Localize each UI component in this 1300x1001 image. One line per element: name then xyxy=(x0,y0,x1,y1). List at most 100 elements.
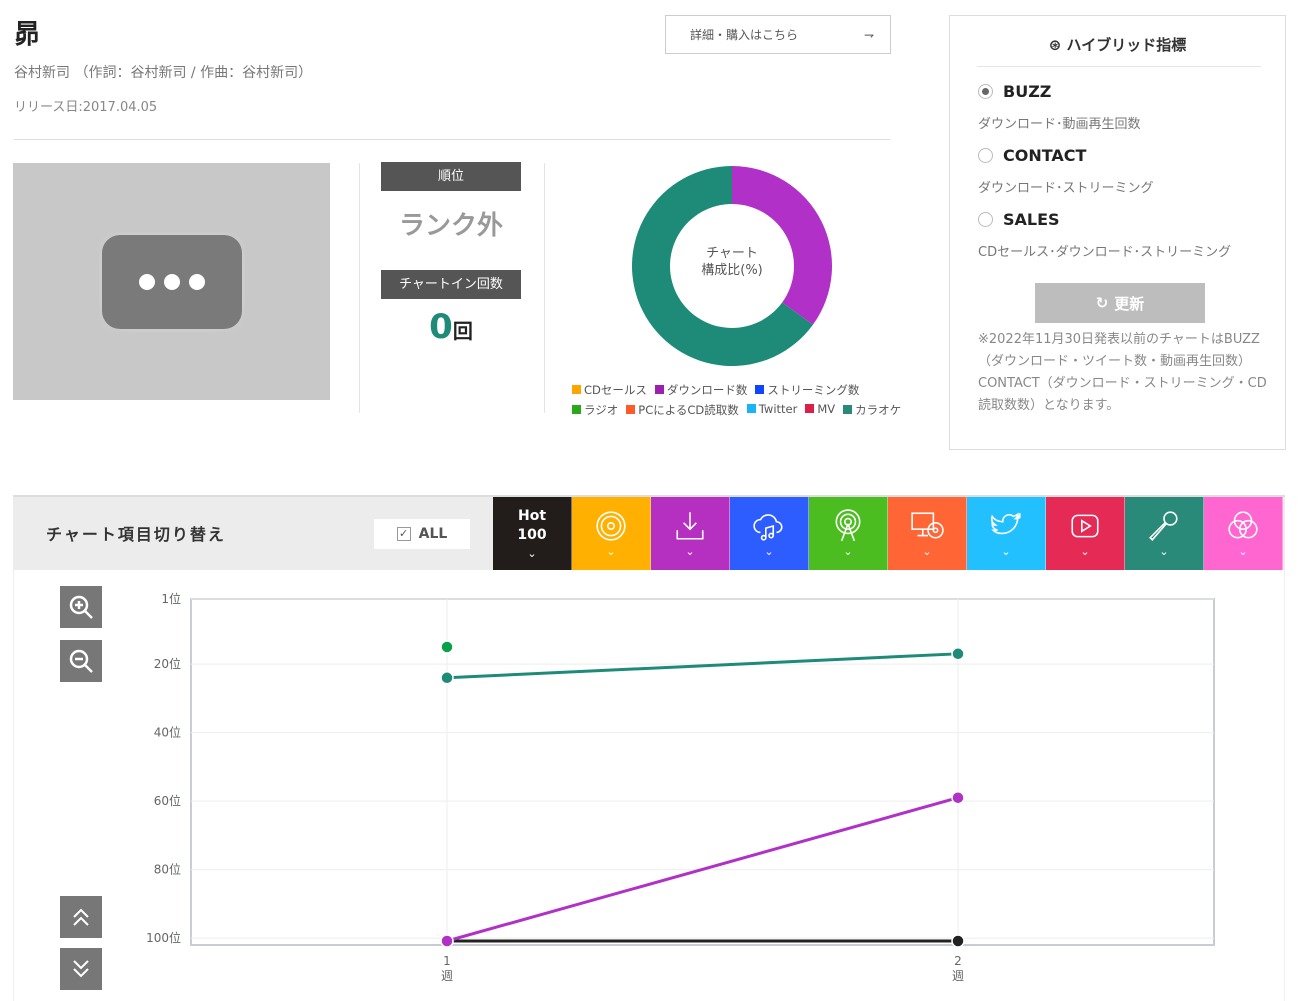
radio-button[interactable] xyxy=(978,212,993,227)
chevron-down-icon: ⌄ xyxy=(922,545,932,558)
legend-item: CDセールス xyxy=(572,382,647,398)
legend-label: ラジオ xyxy=(584,403,619,417)
tab-streaming[interactable]: ⌄ xyxy=(730,497,809,570)
rank-value: ランク外 xyxy=(398,211,503,241)
twitter-icon xyxy=(990,512,1021,535)
option-label: CONTACT xyxy=(1003,146,1087,165)
legend-swatch xyxy=(626,405,636,414)
switcher-label: チャート項目切り替え xyxy=(46,525,226,544)
option-buzz[interactable]: BUZZ xyxy=(978,82,1051,101)
song-title: 昴 xyxy=(14,20,41,50)
option-desc: ダウンロード･動画再生回数 xyxy=(978,117,1141,132)
y-tick-label: 80位 xyxy=(154,862,181,877)
data-point[interactable] xyxy=(951,790,965,805)
hybrid-icon xyxy=(1228,511,1258,539)
tab-karaoke[interactable]: ⌄ xyxy=(1125,497,1204,570)
zoom-in-button[interactable] xyxy=(60,586,102,628)
scroll-bottom-button[interactable] xyxy=(60,948,102,990)
legend-swatch xyxy=(805,404,815,413)
hybrid-title: ⊛ ハイブリッド指標 xyxy=(950,34,1285,55)
donut-legend: ラジオ PCによるCD読取数 Twitter MV カラオケ xyxy=(572,402,901,418)
legend-item: ストリーミング数 xyxy=(755,382,859,398)
rank-label: 順位 xyxy=(381,162,521,191)
legend-label: ダウンロード数 xyxy=(666,383,748,397)
donut-center-label: チャート構成比(%) xyxy=(672,245,792,279)
more-icon xyxy=(101,234,242,329)
legend-item: ダウンロード数 xyxy=(654,382,748,398)
option-sales[interactable]: SALES xyxy=(978,210,1060,229)
zoom-out-button[interactable] xyxy=(60,640,102,682)
option-desc: CDセールス･ダウンロード･ストリーミング xyxy=(978,245,1232,260)
data-point[interactable] xyxy=(440,934,454,948)
data-point[interactable] xyxy=(951,647,965,661)
release-date: リリース日:2017.04.05 xyxy=(14,100,158,115)
y-tick-label: 40位 xyxy=(154,725,181,740)
legend-label: CDセールス xyxy=(584,383,647,397)
x-tick-label: 週 xyxy=(441,969,453,983)
chevron-down-icon: ⌄ xyxy=(685,545,695,558)
refresh-button[interactable]: ↻ 更新 xyxy=(1035,283,1205,323)
arrow-icon: ⇁ xyxy=(863,27,874,42)
legend-swatch xyxy=(572,405,581,414)
refresh-label: 更新 xyxy=(1114,294,1145,313)
donut-center-line: 構成比(%) xyxy=(701,263,763,278)
radio-button[interactable] xyxy=(978,84,993,99)
tab-label: Hot 100 xyxy=(517,508,547,543)
all-label: ALL xyxy=(418,526,448,542)
hybrid-panel: ⊛ ハイブリッド指標 BUZZ ダウンロード･動画再生回数 CONTACT ダウンロー… xyxy=(949,15,1286,450)
artist-credits: 谷村新司 （作詞：谷村新司 / 作曲：谷村新司） xyxy=(14,65,313,81)
plot-frame xyxy=(190,598,1215,946)
x-tick-label: 週 xyxy=(952,969,964,983)
tab-hot100[interactable]: Hot 100 ⌄ xyxy=(493,497,572,570)
option-label: BUZZ xyxy=(1003,82,1052,101)
option-desc: ダウンロード･ストリーミング xyxy=(978,181,1154,196)
option-contact[interactable]: CONTACT xyxy=(978,146,1086,165)
tab-download[interactable]: ⌄ xyxy=(651,497,730,570)
hybrid-title-text: ハイブリッド指標 xyxy=(1066,36,1187,54)
microphone-icon xyxy=(1149,511,1178,541)
tab-pc-cd-read[interactable]: ⌄ xyxy=(888,497,967,570)
donut-center-line: チャート xyxy=(706,246,758,261)
count-value: 0 xyxy=(429,307,453,347)
legend-item: PCによるCD読取数 xyxy=(626,402,739,418)
legend-swatch xyxy=(572,385,581,394)
pc-disc-icon xyxy=(911,512,944,539)
tab-mv[interactable]: ⌄ xyxy=(1046,497,1125,570)
chevron-down-icon: ⌄ xyxy=(1080,545,1090,558)
scroll-top-button[interactable] xyxy=(60,896,102,938)
legend-item: MV xyxy=(805,402,835,418)
divider xyxy=(14,139,890,140)
tab-radio[interactable]: ⌄ xyxy=(809,497,888,570)
donut-legend: CDセールス ダウンロード数 ストリーミング数 xyxy=(572,382,859,398)
y-tick-label: 60位 xyxy=(154,793,181,808)
chevron-down-icon: ⌄ xyxy=(606,545,616,558)
x-tick-label: 2 xyxy=(954,954,962,968)
data-point[interactable] xyxy=(440,640,454,654)
double-chevron-down-icon xyxy=(73,960,89,978)
legend-label: ストリーミング数 xyxy=(767,383,860,397)
data-point[interactable] xyxy=(951,934,965,948)
legend-swatch xyxy=(746,404,756,413)
chart-in-count: 0回 xyxy=(381,307,521,347)
chevron-down-icon: ⌄ xyxy=(843,545,853,558)
chevron-down-icon: ⌄ xyxy=(1238,545,1248,558)
count-unit: 回 xyxy=(452,319,473,343)
zoom-in-icon xyxy=(69,595,93,619)
chevron-down-icon: ⌄ xyxy=(527,547,537,560)
tab-twitter[interactable]: ⌄ xyxy=(967,497,1046,570)
tab-hybrid[interactable]: ⌄ xyxy=(1204,497,1283,570)
all-checkbox[interactable]: ✓ ALL xyxy=(374,519,470,549)
download-icon xyxy=(676,512,704,540)
x-tick-label: 1 xyxy=(443,954,451,968)
refresh-icon: ↻ xyxy=(1095,294,1109,312)
legend-label: PCによるCD読取数 xyxy=(638,403,739,417)
buy-details-button[interactable]: 詳細・購入はこちら ⇁ xyxy=(665,15,891,54)
radio-button[interactable] xyxy=(978,148,993,163)
cloud-music-icon xyxy=(753,514,783,541)
legend-item: Twitter xyxy=(746,402,797,418)
hybrid-note: ※2022年11月30日発表以前のチャートはBUZZ（ダウンロード・ツイート数・… xyxy=(978,332,1267,413)
tab-cd-sales[interactable]: ⌄ xyxy=(572,497,651,570)
zoom-out-icon xyxy=(69,649,93,673)
data-point[interactable] xyxy=(440,671,454,685)
hybrid-icon: ⊛ xyxy=(1048,36,1067,54)
